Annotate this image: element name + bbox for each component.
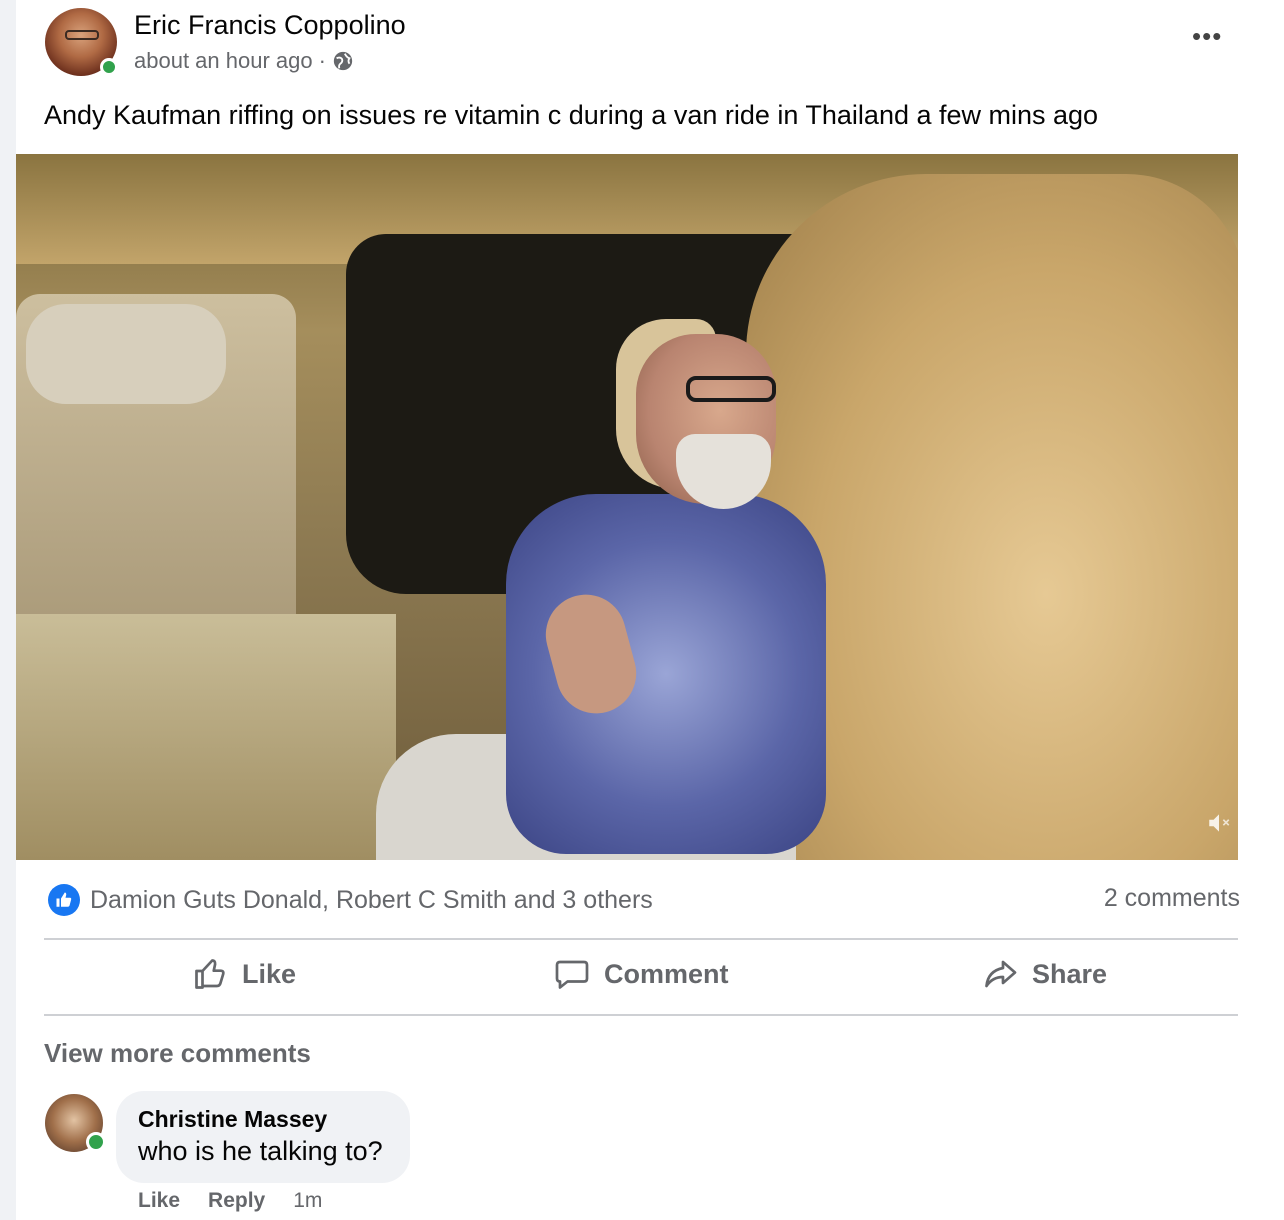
video-headrest [26,304,226,404]
comment-actions: Like Reply 1m [138,1189,322,1213]
reactions-summary[interactable]: Damion Guts Donald, Robert C Smith and 3… [48,884,653,916]
online-status-dot [100,58,118,76]
view-more-comments-link[interactable]: View more comments [44,1038,311,1069]
meta-separator: · [318,48,326,73]
video-person-glasses [686,376,776,402]
thumbs-up-icon [195,959,225,989]
like-reaction-icon [48,884,80,916]
actions-divider-bottom [44,1014,1238,1016]
comment-label: Comment [604,958,729,989]
post-timestamp[interactable]: about an hour ago [134,48,313,74]
comment-button[interactable]: Comment [554,956,729,992]
actions-divider-top [44,938,1238,940]
post-text: Andy Kaufman riffing on issues re vitami… [44,100,1099,130]
more-options-icon[interactable]: ••• [1192,23,1222,49]
share-label: Share [1032,958,1108,989]
share-button[interactable]: Share [982,956,1107,992]
like-button[interactable]: Like [192,956,296,992]
post-meta: about an hour ago · [134,48,354,74]
post-video[interactable] [16,154,1238,860]
globe-icon[interactable] [332,50,354,72]
comment-reply-button[interactable]: Reply [208,1189,265,1213]
like-label: Like [242,958,297,989]
volume-muted-icon[interactable] [1206,810,1232,836]
author-name[interactable]: Eric Francis Coppolino [134,10,406,41]
video-side-panel [16,614,396,860]
comment-time[interactable]: 1m [293,1189,322,1213]
share-icon [985,960,1017,988]
commenter-online-dot [86,1132,106,1152]
post-card: Eric Francis Coppolino about an hour ago… [16,0,1284,1220]
comment-like-button[interactable]: Like [138,1189,180,1213]
commenter-name[interactable]: Christine Massey [138,1106,327,1133]
comment-text: who is he talking to? [138,1136,383,1166]
reactions-text[interactable]: Damion Guts Donald, Robert C Smith and 3… [90,886,653,915]
comments-count[interactable]: 2 comments [1104,884,1240,913]
avatar-glasses [65,30,99,40]
comment-icon [555,960,589,989]
